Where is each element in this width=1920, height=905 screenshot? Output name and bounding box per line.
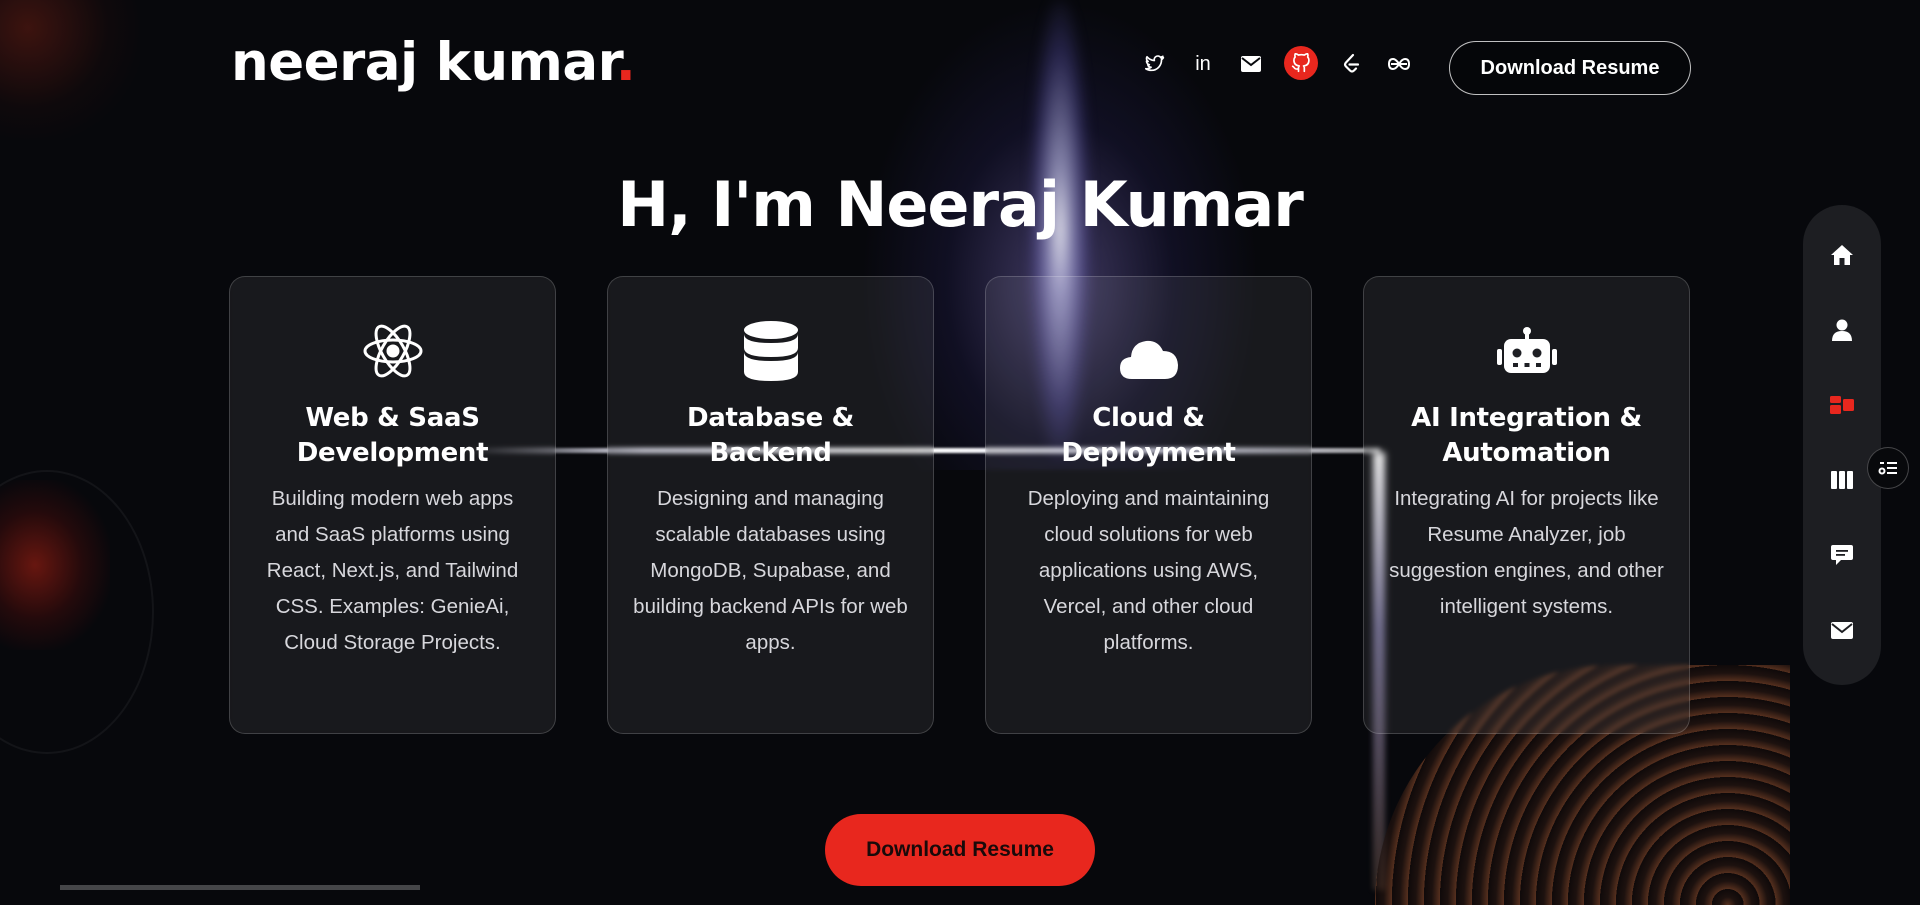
side-navigation: [1803, 205, 1881, 685]
nav-services-icon[interactable]: [1825, 388, 1859, 422]
card-title-line1: Database &: [686, 403, 855, 433]
card-title: Database & Backend: [687, 401, 854, 471]
logo-dot: .: [615, 32, 636, 93]
card-title: Web & SaaS Development: [297, 401, 489, 471]
logo-text: neeraj kumar: [231, 32, 616, 93]
linkedin-icon[interactable]: in: [1188, 49, 1218, 79]
social-links: in: [1140, 46, 1414, 80]
background-bulb-outline: [0, 470, 154, 754]
nav-user-icon[interactable]: [1825, 313, 1859, 347]
twitter-icon[interactable]: [1140, 49, 1170, 79]
mail-icon[interactable]: [1236, 49, 1266, 79]
service-card-ai: AI Integration & Automation Integrating …: [1363, 276, 1690, 734]
settings-toggle-icon[interactable]: [1867, 447, 1909, 489]
robot-icon: [1495, 319, 1559, 383]
download-resume-button[interactable]: Download Resume: [825, 814, 1095, 886]
card-description: Deploying and maintaining cloud solution…: [1027, 487, 1270, 654]
link-icon[interactable]: [1384, 49, 1414, 79]
card-title-line1: Web & SaaS: [305, 403, 480, 433]
background-glow-top-left: [0, 0, 140, 140]
card-description: Building modern web apps and SaaS platfo…: [266, 487, 519, 654]
github-icon[interactable]: [1284, 46, 1318, 80]
card-title-line2: Backend: [709, 438, 832, 468]
hero-title: H, I'm Neeraj Kumar: [617, 168, 1304, 241]
react-icon: [361, 319, 425, 383]
card-title-line1: Cloud &: [1092, 403, 1205, 433]
card-description: Integrating AI for projects like Resume …: [1389, 487, 1664, 618]
nav-mail-icon[interactable]: [1825, 613, 1859, 647]
card-description: Designing and managing scalable database…: [633, 487, 908, 654]
leetcode-icon[interactable]: [1336, 49, 1366, 79]
service-card-cloud: Cloud & Deployment Deploying and maintai…: [985, 276, 1312, 734]
header-download-resume-button[interactable]: Download Resume: [1449, 41, 1691, 95]
scroll-indicator: [60, 885, 420, 890]
service-card-database: Database & Backend Designing and managin…: [607, 276, 934, 734]
card-title-line2: Deployment: [1061, 438, 1236, 468]
nav-chat-icon[interactable]: [1825, 538, 1859, 572]
service-card-web: Web & SaaS Development Building modern w…: [229, 276, 556, 734]
site-logo[interactable]: neeraj kumar.: [231, 32, 636, 93]
cloud-icon: [1117, 319, 1181, 383]
card-title: Cloud & Deployment: [1061, 401, 1236, 471]
card-title-line2: Automation: [1442, 438, 1611, 468]
linkedin-glyph: in: [1195, 52, 1211, 75]
nav-portfolio-icon[interactable]: [1825, 463, 1859, 497]
card-title: AI Integration & Automation: [1411, 401, 1642, 471]
card-title-line1: AI Integration &: [1411, 403, 1642, 433]
nav-home-icon[interactable]: [1825, 238, 1859, 272]
database-icon: [739, 319, 803, 383]
card-title-line2: Development: [296, 438, 489, 468]
background-glow-left: [0, 480, 110, 650]
